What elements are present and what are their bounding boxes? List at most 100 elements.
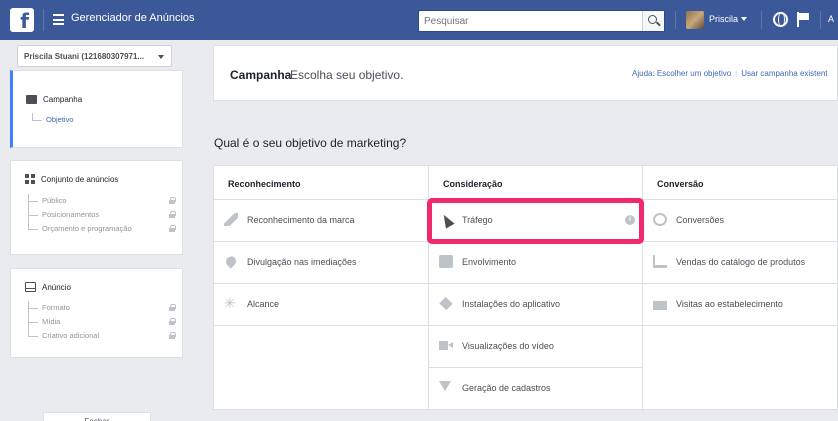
- objective-grid: Reconhecimento Reconhecimento da marca D…: [213, 165, 838, 411]
- sidebar-item-campaign[interactable]: Campanha: [26, 95, 82, 104]
- globe-icon[interactable]: [773, 12, 788, 27]
- chevron-down-icon[interactable]: [741, 17, 747, 21]
- lock-icon: [169, 197, 176, 204]
- sidebar-section-adset: Conjunto de anúncios Público Posicioname…: [10, 160, 183, 255]
- page-title: Campanha: [230, 68, 292, 82]
- sidebar-section-campaign: Campanha Objetivo: [10, 70, 183, 148]
- lock-icon: [169, 211, 176, 218]
- sidebar-item-objective[interactable]: Objetivo: [32, 113, 74, 127]
- column-header: Consideração: [429, 166, 642, 200]
- objective-app-installs[interactable]: Instalações do aplicativo: [429, 284, 642, 326]
- column-header: Reconhecimento: [214, 166, 428, 200]
- column-awareness: Reconhecimento Reconhecimento da marca D…: [214, 166, 428, 411]
- lock-icon: [169, 304, 176, 311]
- grid-icon: [25, 174, 35, 184]
- objective-lead-generation[interactable]: Geração de cadastros: [429, 368, 642, 410]
- chat-icon: [439, 255, 453, 268]
- objective-question: Qual é o seu objetivo de marketing?: [214, 136, 407, 150]
- info-icon[interactable]: i: [625, 215, 635, 225]
- objective-traffic[interactable]: Tráfego i: [427, 198, 644, 244]
- chevron-down-icon: [158, 55, 164, 59]
- objective-label: Geração de cadastros: [462, 383, 551, 393]
- box-icon: [439, 296, 453, 311]
- cursor-icon: [439, 212, 455, 229]
- header-links: Ajuda: Escolher um objetivo | Usar campanh…: [632, 69, 828, 78]
- facebook-logo-icon[interactable]: f: [10, 8, 34, 32]
- objective-label: Reconhecimento da marca: [247, 215, 355, 225]
- account-name: Priscila Stuani (121680307971...: [24, 52, 145, 61]
- map-pin-icon: [223, 254, 239, 269]
- objective-catalog-sales[interactable]: Vendas do catálogo de produtos: [643, 242, 838, 284]
- top-more[interactable]: A: [828, 14, 834, 24]
- column-header: Conversão: [643, 166, 838, 200]
- use-existing-campaign-link[interactable]: Usar campanha existent: [741, 69, 827, 78]
- sidebar-item-ad[interactable]: Anúncio: [25, 282, 71, 292]
- lock-icon: [169, 318, 176, 325]
- sidebar-item-label: Público: [42, 196, 67, 205]
- cart-icon: [653, 255, 667, 268]
- objective-local-awareness[interactable]: Divulgação nas imediações: [214, 242, 428, 284]
- ad-icon: [25, 282, 36, 292]
- objective-conversions[interactable]: Conversões: [643, 200, 838, 242]
- flag-icon[interactable]: [797, 12, 809, 27]
- menu-icon[interactable]: [53, 14, 64, 25]
- objective-engagement[interactable]: Envolvimento: [429, 242, 642, 284]
- sidebar-item-label: Campanha: [43, 95, 83, 104]
- avatar[interactable]: [686, 11, 704, 29]
- sidebar-item-label: Anúncio: [42, 282, 71, 292]
- funnel-icon: [439, 381, 451, 391]
- top-divider: [820, 11, 821, 29]
- objective-label: Alcance: [247, 299, 280, 309]
- sidebar-item-label: Orçamento e programação: [42, 224, 132, 233]
- sidebar-item-label: Posicionamentos: [42, 210, 100, 219]
- lock-icon: [169, 332, 176, 339]
- objective-store-visits[interactable]: Visitas ao estabelecimento: [643, 284, 838, 326]
- sidebar-item-audience[interactable]: Público: [28, 194, 176, 208]
- sidebar-item-label: Conjunto de anúncios: [41, 174, 119, 184]
- search-input[interactable]: [419, 11, 639, 32]
- sidebar-item-budget[interactable]: Orçamento e programação: [28, 222, 176, 236]
- search-icon[interactable]: [642, 11, 664, 31]
- app-title[interactable]: Gerenciador de Anúncios: [71, 12, 195, 24]
- campaign-header: Campanha Escolha seu objetivo. Ajuda: Es…: [213, 45, 838, 101]
- sidebar-section-ad: Anúncio Formato Mídia Criativo adicional: [10, 268, 183, 358]
- ad-tree: Formato Mídia Criativo adicional: [28, 301, 176, 343]
- sidebar-item-placements[interactable]: Posicionamentos: [28, 208, 176, 222]
- top-divider: [43, 9, 44, 31]
- objective-label: Tráfego: [462, 215, 493, 225]
- top-bar: f Gerenciador de Anúncios Priscila A: [0, 0, 838, 40]
- objective-label: Envolvimento: [462, 257, 517, 267]
- column-conversion: Conversão Conversões Vendas do catálogo …: [642, 166, 838, 411]
- objective-label: Instalações do aplicativo: [462, 299, 561, 309]
- sidebar: Priscila Stuani (121680307971... Campanh…: [0, 40, 183, 421]
- briefcase-icon: [26, 95, 37, 104]
- sidebar-item-format[interactable]: Formato: [28, 301, 176, 315]
- sidebar-item-label: Criativo adicional: [42, 331, 100, 340]
- help-link[interactable]: Ajuda: Escolher um objetivo: [632, 69, 731, 78]
- top-divider: [675, 11, 676, 29]
- sidebar-item-media[interactable]: Mídia: [28, 315, 176, 329]
- objective-label: Visitas ao estabelecimento: [676, 299, 783, 309]
- page-subtitle: Escolha seu objetivo.: [290, 68, 404, 82]
- objective-label: Visualizações do vídeo: [462, 341, 554, 351]
- link-divider: |: [735, 69, 738, 78]
- objective-brand-awareness[interactable]: Reconhecimento da marca: [214, 200, 428, 242]
- sidebar-item-adset[interactable]: Conjunto de anúncios: [25, 174, 118, 184]
- globe-icon: [653, 213, 667, 226]
- search-box: [418, 10, 665, 32]
- campaign-tree: Objetivo: [32, 113, 74, 127]
- user-name[interactable]: Priscila: [709, 14, 738, 24]
- objective-label: Vendas do catálogo de produtos: [676, 257, 806, 267]
- store-icon: [653, 300, 667, 310]
- adset-tree: Público Posicionamentos Orçamento e prog…: [28, 194, 176, 236]
- video-camera-icon: [439, 339, 453, 352]
- sidebar-item-creative[interactable]: Criativo adicional: [28, 329, 176, 343]
- close-button[interactable]: Fechar: [43, 412, 151, 421]
- objective-label: Divulgação nas imediações: [247, 257, 357, 267]
- column-consideration: Consideração Tráfego i Envolvimento Insta…: [427, 166, 644, 411]
- megaphone-icon: [224, 213, 238, 226]
- account-select[interactable]: Priscila Stuani (121680307971...: [17, 45, 172, 67]
- objective-reach[interactable]: ✳ Alcance: [214, 284, 428, 326]
- objective-video-views[interactable]: Visualizações do vídeo: [429, 326, 642, 368]
- top-divider: [761, 11, 762, 29]
